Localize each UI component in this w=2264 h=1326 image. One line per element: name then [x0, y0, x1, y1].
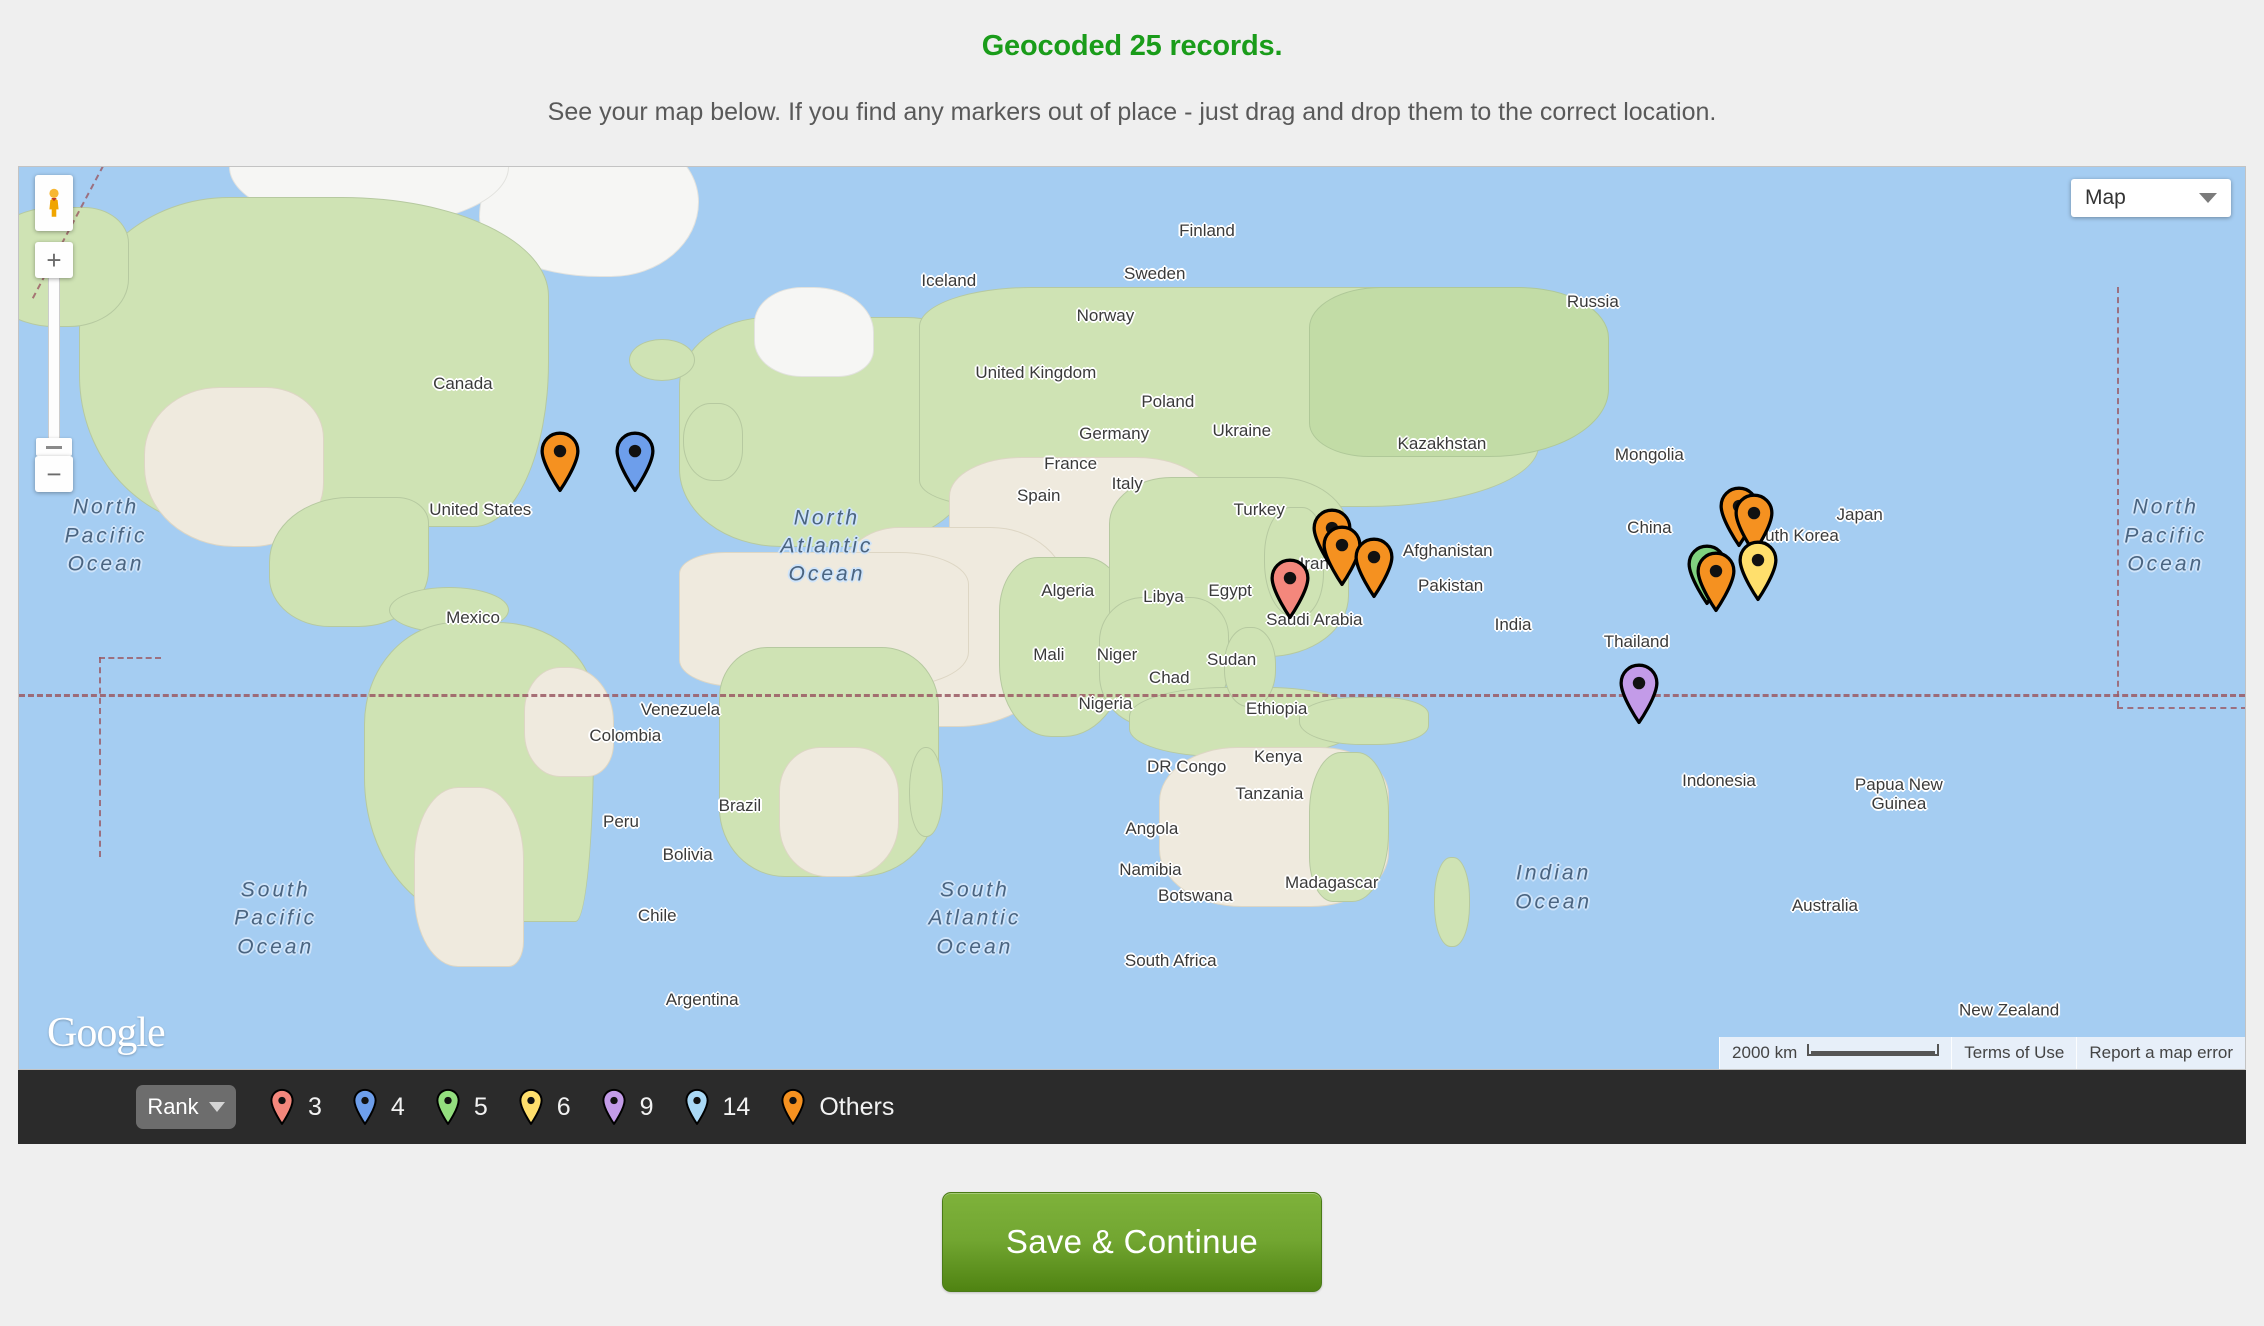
rank-dropdown-button[interactable]: Rank — [136, 1085, 236, 1129]
legend-item-label: Others — [819, 1092, 895, 1121]
geocode-status-text: Geocoded 25 records. — [981, 30, 1283, 62]
legend-marker-icon — [435, 1088, 461, 1126]
map-scale: 2000 km — [1719, 1037, 1952, 1069]
legend-item-label: 5 — [473, 1092, 488, 1121]
legend-marker-icon — [518, 1088, 544, 1126]
landmass-argentina — [414, 787, 524, 967]
landmass-brazil-ne — [524, 667, 614, 777]
chevron-down-icon — [2199, 193, 2217, 203]
landmass-british-isles — [683, 403, 743, 481]
legend-item-label: 14 — [722, 1092, 751, 1121]
rank-dropdown-label: Rank — [147, 1094, 199, 1119]
landmass-iceland — [629, 339, 695, 381]
landmass-australia-east — [1309, 752, 1389, 902]
google-logo: Google — [47, 1010, 166, 1056]
legend-item[interactable]: 9 — [601, 1088, 654, 1126]
marker-usa-northeast[interactable] — [613, 431, 657, 493]
scale-bar-icon — [1807, 1044, 1940, 1056]
marker-taiwan[interactable] — [1736, 540, 1780, 602]
legend-item[interactable]: 5 — [435, 1088, 488, 1126]
map-container[interactable]: Iceland Finland Sweden Norway Russia Canada Un… — [18, 166, 2246, 1070]
dateline-left — [99, 657, 101, 857]
instructions-text: See your map below. If you find any mark… — [547, 98, 1717, 126]
footer-actions: Save & Continue — [0, 1192, 2264, 1292]
legend-item-label: 3 — [308, 1092, 322, 1121]
legend-item[interactable]: 14 — [684, 1088, 751, 1126]
zoom-control[interactable]: + − — [35, 242, 73, 492]
legend-item[interactable]: 6 — [518, 1088, 571, 1126]
landmass-southern-africa — [779, 747, 899, 877]
map-attribution-bar: 2000 km Terms of Use Report a map error — [1719, 1037, 2245, 1069]
landmass-madagascar — [909, 747, 943, 837]
legend-marker-icon — [780, 1088, 806, 1126]
legend-item-label: 6 — [556, 1092, 571, 1121]
marker-malaysia[interactable] — [1617, 663, 1661, 725]
legend-marker-icon — [269, 1088, 295, 1126]
zoom-in-button[interactable]: + — [35, 242, 73, 278]
legend-item-label: 4 — [390, 1092, 405, 1121]
report-map-error-link[interactable]: Report a map error — [2076, 1037, 2245, 1069]
landmass-siberia-east — [1309, 287, 1609, 457]
landmass-new-zealand — [1434, 857, 1470, 947]
dateline-right-h — [2117, 707, 2245, 709]
marker-usa-midwest[interactable] — [538, 431, 582, 493]
map-type-selector[interactable]: Map — [2071, 179, 2231, 217]
legend-item[interactable]: Others — [780, 1088, 894, 1126]
legend-item[interactable]: 3 — [269, 1088, 322, 1126]
street-view-pegman-icon[interactable] — [35, 175, 73, 231]
legend-items: 3 4 5 6 9 14 Others — [269, 1088, 924, 1126]
save-and-continue-button[interactable]: Save & Continue — [942, 1192, 1322, 1292]
dateline-right — [2117, 287, 2119, 707]
terms-of-use-link[interactable]: Terms of Use — [1951, 1037, 2077, 1069]
legend-marker-icon — [684, 1088, 710, 1126]
marker-china-southeast[interactable] — [1694, 551, 1738, 613]
map-type-label: Map — [2085, 186, 2126, 209]
map-canvas[interactable]: Iceland Finland Sweden Norway Russia Canada Un… — [19, 167, 2245, 1069]
marker-iran-south[interactable] — [1352, 537, 1396, 599]
legend-marker-icon — [352, 1088, 378, 1126]
map-legend-bar: Rank 3 4 5 6 9 14 Others — [18, 1070, 2246, 1144]
zoom-slider-track[interactable] — [36, 274, 72, 460]
legend-item-label: 9 — [639, 1092, 654, 1121]
equator-line — [19, 694, 2245, 697]
dateline-left-h — [99, 657, 161, 659]
map-scale-label: 2000 km — [1732, 1043, 1798, 1062]
legend-item[interactable]: 4 — [352, 1088, 405, 1126]
zoom-out-button[interactable]: − — [35, 456, 73, 492]
zoom-slider-thumb[interactable] — [36, 438, 72, 456]
landmass-papua-new-guinea — [1299, 697, 1429, 745]
legend-marker-icon — [601, 1088, 627, 1126]
chevron-down-icon — [208, 1102, 225, 1112]
landmass-scandinavia-north — [754, 287, 874, 377]
marker-egypt[interactable] — [1268, 558, 1312, 620]
